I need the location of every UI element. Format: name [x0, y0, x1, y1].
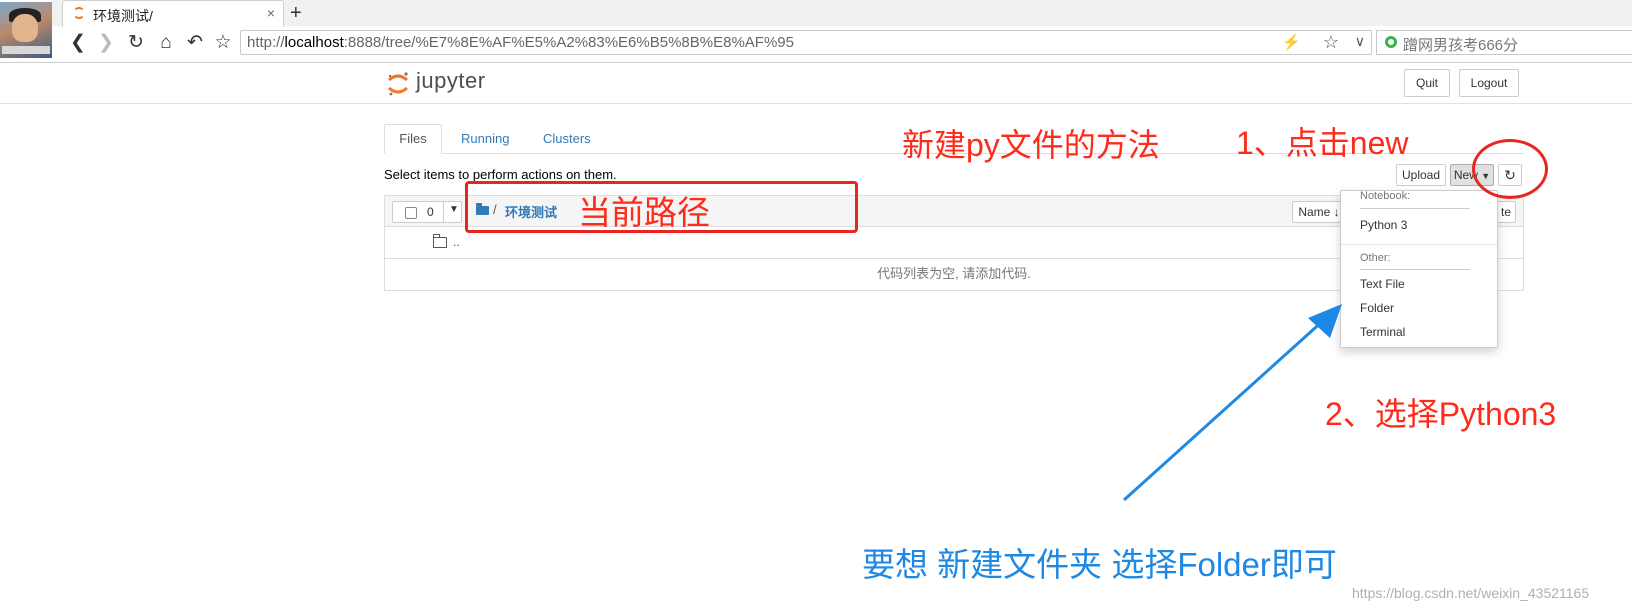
select-all-checkbox[interactable] — [405, 207, 417, 219]
profile-avatar[interactable] — [0, 2, 52, 58]
selected-count: 0 — [427, 205, 434, 219]
forward-icon[interactable]: ❯ — [94, 31, 118, 55]
annotation-new-circle — [1472, 139, 1548, 199]
annotation-step2: 2、选择Python3 — [1325, 396, 1557, 432]
menu-item-text-file[interactable]: Text File — [1360, 277, 1405, 291]
select-all-control[interactable]: 0 ▼ — [392, 201, 462, 223]
jupyter-favicon-icon — [73, 7, 85, 19]
annotation-arrow — [1122, 304, 1342, 502]
divider — [443, 202, 444, 222]
upload-button[interactable]: Upload — [1396, 164, 1446, 186]
search-engine-icon — [1385, 36, 1397, 48]
arrow-down-icon: ↓ — [1333, 205, 1340, 219]
folder-outline-icon — [433, 234, 447, 248]
annotation-folder-hint: 要想 新建文件夹 选择Folder即可 — [862, 546, 1337, 583]
watermark: https://blog.csdn.net/weixin_43521165 — [1352, 585, 1590, 601]
dropdown-other-header: Other: — [1360, 252, 1391, 264]
sort-label: Name — [1298, 205, 1331, 219]
dropdown-header-line — [1360, 208, 1470, 209]
favorite-star-icon[interactable]: ☆ — [1323, 32, 1339, 53]
home-icon[interactable]: ⌂ — [154, 31, 178, 55]
search-box[interactable]: 蹭网男孩考666分 — [1376, 30, 1632, 55]
new-dropdown-menu: Notebook: Python 3 Other: Text File Fold… — [1340, 190, 1498, 348]
selection-hint: Select items to perform actions on them. — [384, 167, 617, 182]
tab-title: 环境测试/ — [93, 8, 153, 24]
annotation-step1: 1、点击new — [1236, 125, 1409, 161]
dropdown-header-line — [1360, 269, 1470, 270]
menu-item-folder[interactable]: Folder — [1360, 301, 1394, 315]
tab-running[interactable]: Running — [461, 131, 509, 146]
lightning-icon[interactable]: ⚡ — [1282, 33, 1301, 51]
address-bar[interactable]: http://localhost:8888/tree/%E7%8E%AF%E5%… — [240, 30, 1372, 55]
url-text[interactable]: http://localhost:8888/tree/%E7%8E%AF%E5%… — [247, 34, 794, 51]
sort-by-name-button[interactable]: Name ↓ — [1292, 201, 1346, 223]
logout-button[interactable]: Logout — [1459, 69, 1519, 97]
dropdown-divider — [1341, 244, 1497, 245]
tab-files[interactable]: Files — [384, 124, 442, 154]
parent-dir-label[interactable]: .. — [453, 235, 460, 249]
caret-down-icon[interactable]: ▼ — [449, 204, 459, 215]
new-tab-button[interactable]: + — [290, 2, 302, 25]
menu-item-python3[interactable]: Python 3 — [1360, 218, 1407, 232]
back-icon[interactable]: ❮ — [66, 31, 90, 55]
browser-tab[interactable]: 环境测试/ × — [62, 0, 284, 27]
avatar-face — [12, 14, 38, 42]
search-text[interactable]: 蹭网男孩考666分 — [1403, 34, 1518, 55]
jupyter-header — [0, 62, 1632, 104]
annotation-current-path: 当前路径 — [578, 194, 710, 231]
undo-icon[interactable]: ↶ — [183, 31, 207, 55]
jupyter-logo-text[interactable]: jupyter — [416, 68, 486, 94]
tab-close-icon[interactable]: × — [267, 5, 275, 21]
annotation-title: 新建py文件的方法 — [902, 127, 1160, 163]
tab-bar — [52, 0, 1632, 26]
reload-icon[interactable]: ↻ — [124, 31, 148, 55]
tab-clusters[interactable]: Clusters — [543, 131, 591, 146]
dropdown-notebook-header: Notebook: — [1360, 190, 1411, 202]
bookmark-star-icon[interactable]: ☆ — [211, 31, 235, 55]
chevron-down-icon[interactable]: ∨ — [1355, 33, 1365, 50]
avatar-band — [2, 46, 50, 54]
quit-button[interactable]: Quit — [1404, 69, 1450, 97]
jupyter-logo-icon[interactable] — [386, 70, 410, 98]
menu-item-terminal[interactable]: Terminal — [1360, 325, 1405, 339]
